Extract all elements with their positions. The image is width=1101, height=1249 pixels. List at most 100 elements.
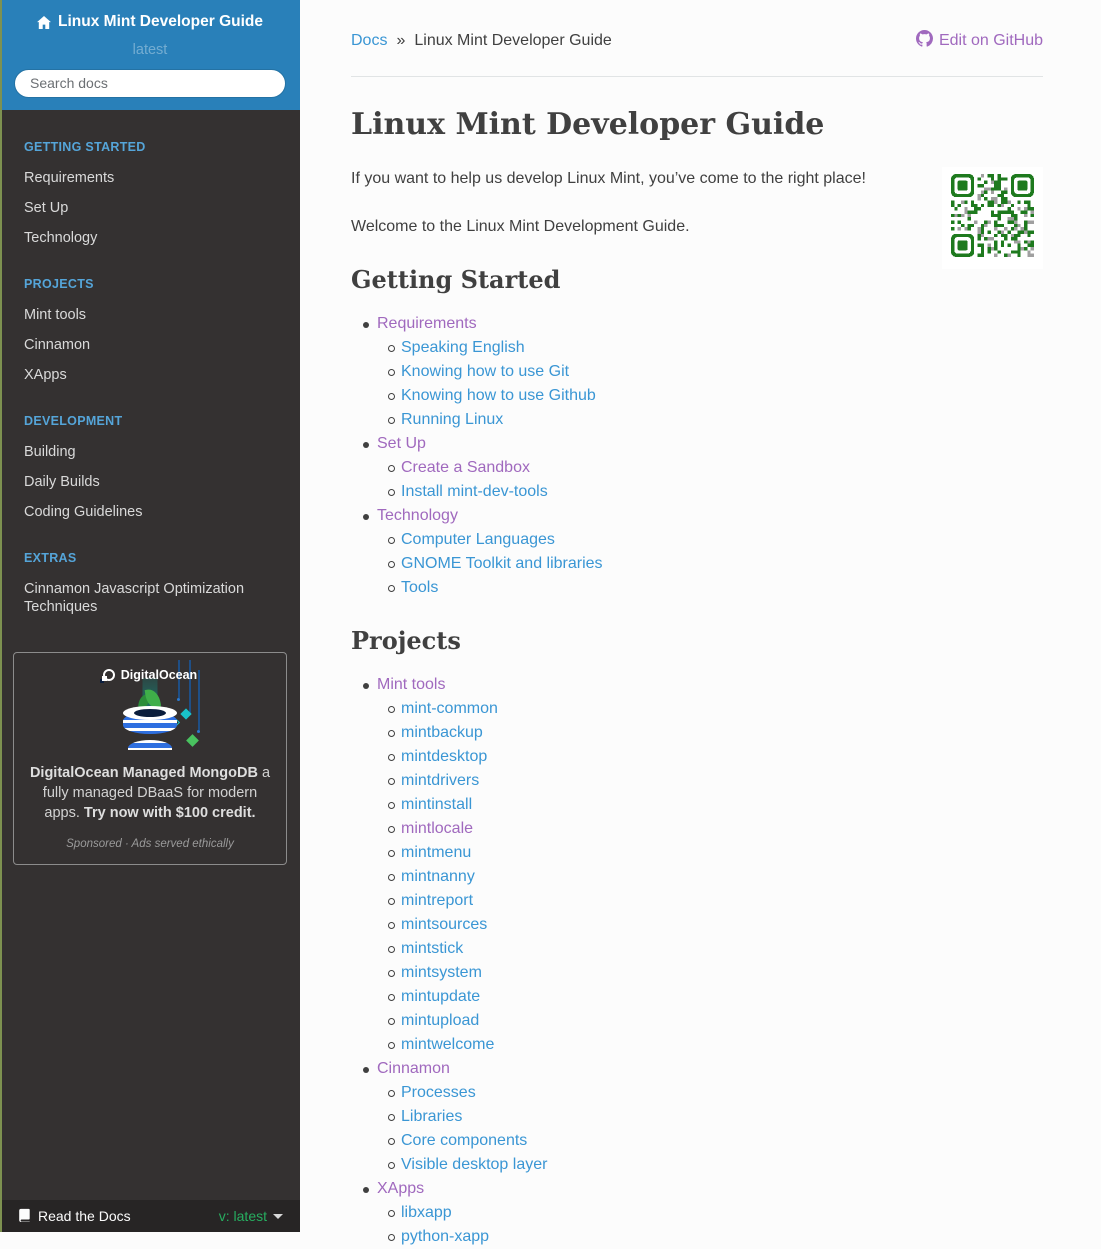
toc-link-mintnanny[interactable]: mintnanny <box>401 868 475 885</box>
toc-subitem: Tools <box>388 576 1043 600</box>
nav-caption: GETTING STARTED <box>24 139 146 154</box>
toc-subitem: mintreport <box>388 889 1043 913</box>
digitalocean-brand: DigitalOcean <box>120 667 198 682</box>
toc-link-set-up[interactable]: Set Up <box>377 435 426 452</box>
toc-subitem: Create a Sandbox <box>388 456 1043 480</box>
toc-link-mintdesktop[interactable]: mintdesktop <box>401 748 487 765</box>
project-title: Linux Mint Developer Guide <box>58 13 263 30</box>
toc-link-xapps[interactable]: XApps <box>377 1180 424 1197</box>
toc-link-mintwelcome[interactable]: mintwelcome <box>401 1036 494 1053</box>
content-area: Docs » Linux Mint Developer Guide Edit o… <box>300 0 1101 1249</box>
qr-code <box>942 167 1043 269</box>
toc-link-computer-languages[interactable]: Computer Languages <box>401 531 555 548</box>
toc-link-mintsources[interactable]: mintsources <box>401 916 487 933</box>
sidebar-item-requirements[interactable]: Requirements <box>0 163 300 193</box>
toc-item: Mint tools mint-common mintbackup mintdeskt… <box>363 673 1043 1057</box>
toc-link-mintreport[interactable]: mintreport <box>401 892 473 909</box>
toc-item: XApps libxapp python-xapp <box>363 1177 1043 1249</box>
toc-link-mintlocale[interactable]: mintlocale <box>401 820 473 837</box>
toc-link-mintstick[interactable]: mintstick <box>401 940 463 957</box>
sidebar-item-daily-builds[interactable]: Daily Builds <box>0 467 300 497</box>
toc-link-mint-tools[interactable]: Mint tools <box>377 676 445 693</box>
toc-link-speaking-english[interactable]: Speaking English <box>401 339 525 356</box>
nav-caption: DEVELOPMENT <box>24 413 123 428</box>
toc-link-requirements[interactable]: Requirements <box>377 315 477 332</box>
toc-link-processes[interactable]: Processes <box>401 1084 476 1101</box>
edit-on-github-label: Edit on GitHub <box>938 32 1043 49</box>
toc-item: Requirements Speaking English Knowing how … <box>363 312 1043 432</box>
toc-link-core-components[interactable]: Core components <box>401 1132 527 1149</box>
toc-subitem: Knowing how to use Git <box>388 360 1043 384</box>
sidebar-item-building[interactable]: Building <box>0 437 300 467</box>
toc-link-knowing-how-to-use-github[interactable]: Knowing how to use Github <box>401 387 596 404</box>
page-title: Linux Mint Developer Guide <box>351 107 825 142</box>
toc-subitem: mintsources <box>388 913 1043 937</box>
toc-item: Cinnamon Processes Libraries Core component… <box>363 1057 1043 1177</box>
ad-text[interactable]: DigitalOcean Managed MongoDB a fully man… <box>25 763 275 823</box>
toc-subitem: mintnanny <box>388 865 1043 889</box>
toc-link-mintbackup[interactable]: mintbackup <box>401 724 483 741</box>
sidebar-item-set-up[interactable]: Set Up <box>0 193 300 223</box>
ad-headline: DigitalOcean Managed MongoDB <box>29 764 258 781</box>
version-flyout-toggle[interactable]: v: latest <box>219 1208 283 1224</box>
toc-subitem: python-xapp <box>388 1225 1043 1249</box>
toc-link-gnome-toolkit-and-libraries[interactable]: GNOME Toolkit and libraries <box>401 555 603 572</box>
book-icon <box>17 1208 31 1225</box>
edit-on-github-link[interactable]: Edit on GitHub <box>915 30 1043 52</box>
toc-link-install-mint-dev-tools[interactable]: Install mint-dev-tools <box>401 483 548 500</box>
toc-link-knowing-how-to-use-git[interactable]: Knowing how to use Git <box>401 363 569 380</box>
toc-subitem: Speaking English <box>388 336 1043 360</box>
toc-link-mint-common[interactable]: mint-common <box>401 700 498 717</box>
toc-link-mintdrivers[interactable]: mintdrivers <box>401 772 479 789</box>
toc-link-python-xapp[interactable]: python-xapp <box>401 1228 489 1245</box>
breadcrumb-docs-link[interactable]: Docs <box>351 32 387 50</box>
toc-link-technology[interactable]: Technology <box>377 507 458 524</box>
toc-link-mintupdate[interactable]: mintupdate <box>401 988 480 1005</box>
paragraph: If you want to help us develop Linux Min… <box>351 170 866 187</box>
toc-subitem: mintstick <box>388 937 1043 961</box>
toc-subitem: mint-common <box>388 697 1043 721</box>
window-left-edge <box>0 0 2 1232</box>
sidebar-item-mint-tools[interactable]: Mint tools <box>0 300 300 330</box>
toc-link-create-a-sandbox[interactable]: Create a Sandbox <box>401 459 530 476</box>
sidebar-item-cinnamon-javascript-optimization-techniques[interactable]: Cinnamon Javascript Optimization Techniq… <box>0 574 300 622</box>
toc-subitem: mintupdate <box>388 985 1043 1009</box>
toc-subitem: Computer Languages <box>388 528 1043 552</box>
version-current: v: latest <box>218 1208 267 1224</box>
sidebar: Linux Mint Developer Guide latest GETTIN… <box>0 0 300 1232</box>
project-home-link[interactable]: Linux Mint Developer Guide <box>37 13 263 31</box>
read-the-docs-link[interactable]: Read the Docs <box>17 1208 131 1225</box>
sidebar-item-xapps[interactable]: XApps <box>0 360 300 390</box>
toc-subitem: libxapp <box>388 1201 1043 1225</box>
breadcrumb: Docs » Linux Mint Developer Guide Edit o… <box>351 30 1043 52</box>
sidebar-item-technology[interactable]: Technology <box>0 223 300 253</box>
toc-link-running-linux[interactable]: Running Linux <box>401 411 503 428</box>
toc-subitem: mintupload <box>388 1009 1043 1033</box>
digitalocean-logo-icon <box>100 668 115 683</box>
toc-link-libraries[interactable]: Libraries <box>401 1108 462 1125</box>
toc-link-mintsystem[interactable]: mintsystem <box>401 964 482 981</box>
section-heading: Projects <box>351 626 461 655</box>
nav-caption: PROJECTS <box>24 276 94 291</box>
database-cylinder <box>128 739 172 750</box>
ad-image[interactable]: DigitalOcean <box>90 659 210 750</box>
circuit-dot <box>197 729 200 733</box>
github-icon <box>915 30 933 52</box>
toc-subitem: mintmenu <box>388 841 1043 865</box>
toc-link-tools[interactable]: Tools <box>401 579 438 596</box>
search-input[interactable] <box>14 68 286 98</box>
toc-link-cinnamon[interactable]: Cinnamon <box>377 1060 450 1077</box>
sidebar-item-coding-guidelines[interactable]: Coding Guidelines <box>0 497 300 527</box>
toc-subitem: Core components <box>388 1129 1043 1153</box>
sponsor-ad[interactable]: DigitalOcean DigitalOcean Managed MongoD… <box>13 651 287 865</box>
toc-link-visible-desktop-layer[interactable]: Visible desktop layer <box>401 1156 547 1173</box>
sidebar-header: Linux Mint Developer Guide latest <box>0 0 300 110</box>
toc-link-mintupload[interactable]: mintupload <box>401 1012 479 1029</box>
breadcrumb-separator: » <box>396 32 406 49</box>
toc-link-libxapp[interactable]: libxapp <box>401 1204 452 1221</box>
sidebar-item-cinnamon[interactable]: Cinnamon <box>0 330 300 360</box>
read-the-docs-label: Read the Docs <box>38 1208 131 1224</box>
toc-link-mintmenu[interactable]: mintmenu <box>401 844 471 861</box>
sidebar-nav: GETTING STARTED Requirements Set Up Technol… <box>0 110 300 622</box>
toc-link-mintinstall[interactable]: mintinstall <box>401 796 472 813</box>
